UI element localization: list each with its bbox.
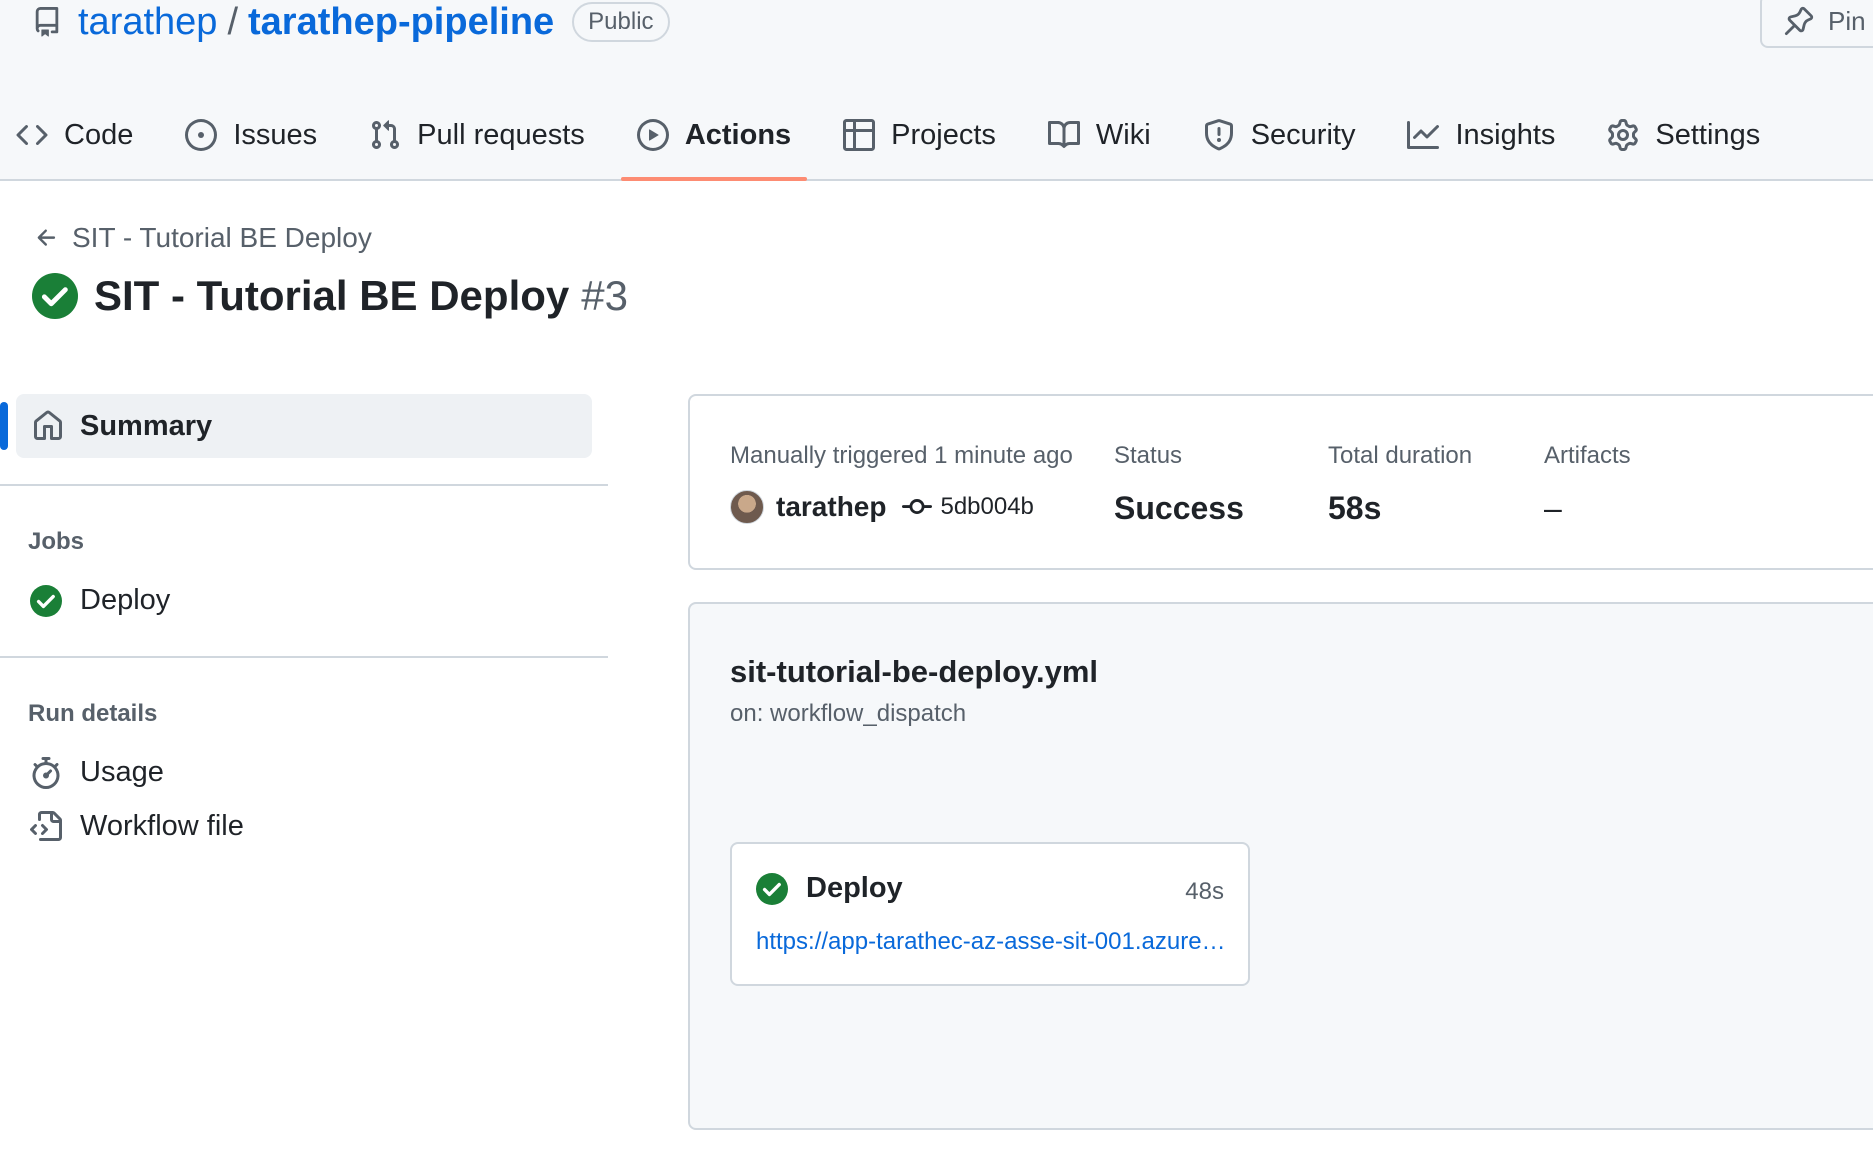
tab-settings-label: Settings [1655, 118, 1761, 151]
shield-icon [1204, 119, 1233, 151]
sidebar-item-summary[interactable]: Summary [16, 394, 592, 458]
play-icon [636, 119, 669, 151]
sidebar-item-usage-label: Usage [80, 756, 164, 788]
pin-label: Pin [1828, 5, 1866, 36]
tab-code[interactable]: Code [0, 100, 149, 170]
sidebar-item-workflow-file[interactable]: Workflow file [30, 810, 244, 843]
graph-icon [1407, 121, 1440, 149]
tab-actions[interactable]: Actions [620, 100, 808, 181]
job-duration: 48s [1185, 878, 1224, 905]
workflow-graph-card: sit-tutorial-be-deploy.yml on: workflow_… [688, 602, 1873, 1130]
check-circle-fill-icon [756, 872, 788, 905]
git-commit-icon [902, 499, 933, 515]
sidebar-item-summary-label: Summary [80, 409, 213, 442]
actor-commit-row: tarathep 5db004b [730, 490, 1073, 524]
tab-projects[interactable]: Projects [827, 100, 1012, 170]
repo-header: tarathep / tarathep-pipeline Public Pin … [0, 0, 1873, 181]
job-name: Deploy [806, 872, 903, 904]
run-number: #3 [581, 272, 628, 319]
duration-heading: Total duration [1328, 442, 1473, 469]
home-icon [34, 410, 62, 440]
issue-icon [185, 119, 218, 151]
sidebar-item-usage[interactable]: Usage [30, 756, 164, 789]
back-to-workflow-link[interactable]: SIT - Tutorial BE Deploy [34, 222, 372, 254]
workflow-trigger: on: workflow_dispatch [730, 700, 967, 727]
duration-value: 58s [1328, 490, 1382, 526]
artifacts-value: – [1544, 490, 1562, 526]
jobs-heading: Jobs [28, 528, 85, 555]
run-details-heading: Run details [28, 700, 158, 727]
trigger-column: Manually triggered 1 minute ago tarathep… [730, 442, 1073, 524]
repo-title: tarathep / tarathep-pipeline Public [32, 0, 670, 44]
run-title: SIT - Tutorial BE Deploy [94, 272, 570, 319]
sidebar-divider [0, 656, 608, 658]
sidebar-item-workflow-file-label: Workflow file [80, 810, 244, 842]
arrow-left-icon [37, 229, 56, 246]
file-code-icon [30, 810, 62, 841]
tab-insights[interactable]: Insights [1391, 100, 1571, 170]
duration-column: Total duration 58s [1328, 442, 1472, 527]
tab-wiki[interactable]: Wiki [1032, 100, 1167, 170]
check-circle-fill-icon [32, 273, 78, 319]
tab-insights-label: Insights [1455, 118, 1556, 151]
repo-owner-link[interactable]: tarathep [78, 0, 217, 44]
job-environment-url-link[interactable]: https://app-tarathec-az-asse-sit-001.azu… [756, 928, 1226, 956]
stopwatch-icon [32, 756, 60, 789]
tab-actions-label: Actions [684, 118, 792, 151]
tab-code-label: Code [64, 118, 134, 151]
book-icon [1047, 120, 1080, 148]
page-title: SIT - Tutorial BE Deploy #3 [32, 272, 628, 320]
back-link-label: SIT - Tutorial BE Deploy [72, 222, 372, 253]
status-column: Status Success [1114, 442, 1244, 527]
tab-issues[interactable]: Issues [169, 100, 333, 170]
repo-icon [35, 7, 59, 37]
pin-button[interactable]: Pin [1760, 0, 1873, 48]
tab-wiki-label: Wiki [1095, 118, 1151, 151]
job-header: Deploy [756, 872, 903, 905]
check-circle-fill-icon [30, 584, 62, 617]
artifacts-heading: Artifacts [1544, 442, 1631, 469]
tab-pull-requests[interactable]: Pull requests [353, 100, 601, 170]
pin-icon [1784, 6, 1814, 36]
job-card-deploy[interactable]: Deploy 48s https://app-tarathec-az-asse-… [730, 842, 1250, 986]
repo-nav: Code Issues Pull requests Actions Projec… [0, 100, 1796, 181]
tab-settings[interactable]: Settings [1591, 100, 1776, 170]
status-value: Success [1114, 490, 1244, 526]
repo-separator: / [227, 1, 239, 43]
sidebar-item-job-deploy[interactable]: Deploy [30, 584, 170, 617]
tab-security-label: Security [1250, 118, 1356, 151]
selected-indicator [0, 402, 8, 450]
pull-request-icon [372, 120, 400, 150]
tab-projects-label: Projects [891, 118, 996, 151]
repo-name-link[interactable]: tarathep-pipeline [248, 0, 554, 44]
gear-icon [1608, 119, 1639, 151]
commit-sha-link[interactable]: 5db004b [940, 493, 1033, 521]
tab-issues-label: Issues [233, 118, 318, 151]
code-icon [16, 124, 48, 146]
artifacts-column: Artifacts – [1544, 442, 1631, 527]
tab-pull-requests-label: Pull requests [417, 118, 585, 151]
tab-security[interactable]: Security [1187, 100, 1372, 170]
status-heading: Status [1114, 442, 1183, 469]
avatar[interactable] [730, 490, 764, 524]
visibility-badge: Public [572, 2, 670, 42]
trigger-label: Manually triggered 1 minute ago [730, 442, 1073, 469]
workflow-filename: sit-tutorial-be-deploy.yml [730, 654, 1099, 689]
sidebar-divider [0, 484, 608, 486]
sidebar-item-job-label: Deploy [80, 584, 171, 616]
actor-link[interactable]: tarathep [776, 491, 886, 523]
table-icon [843, 119, 876, 151]
run-summary-card: Manually triggered 1 minute ago tarathep… [688, 394, 1873, 570]
